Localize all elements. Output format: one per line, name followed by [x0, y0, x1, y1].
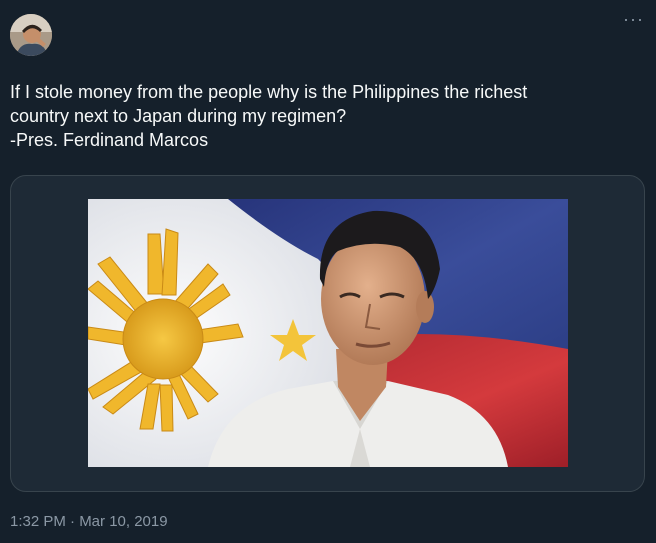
tweet-text: If I stole money from the people why is … — [10, 80, 630, 152]
tweet-text-line: -Pres. Ferdinand Marcos — [10, 130, 209, 150]
tweet-photo[interactable] — [88, 199, 568, 467]
tweet: ··· If I stole money from the people why… — [0, 0, 656, 543]
more-options-icon[interactable]: ··· — [623, 10, 644, 28]
avatar-image — [10, 14, 52, 56]
tweet-text-line: If I stole money from the people why is … — [10, 82, 528, 102]
media-card[interactable] — [10, 175, 645, 492]
avatar[interactable] — [10, 14, 52, 56]
tweet-text-line: country next to Japan during my regimen? — [10, 106, 347, 126]
portrait-flag-image — [88, 199, 568, 467]
tweet-timestamp[interactable]: 1:32 PM · Mar 10, 2019 — [10, 513, 168, 531]
